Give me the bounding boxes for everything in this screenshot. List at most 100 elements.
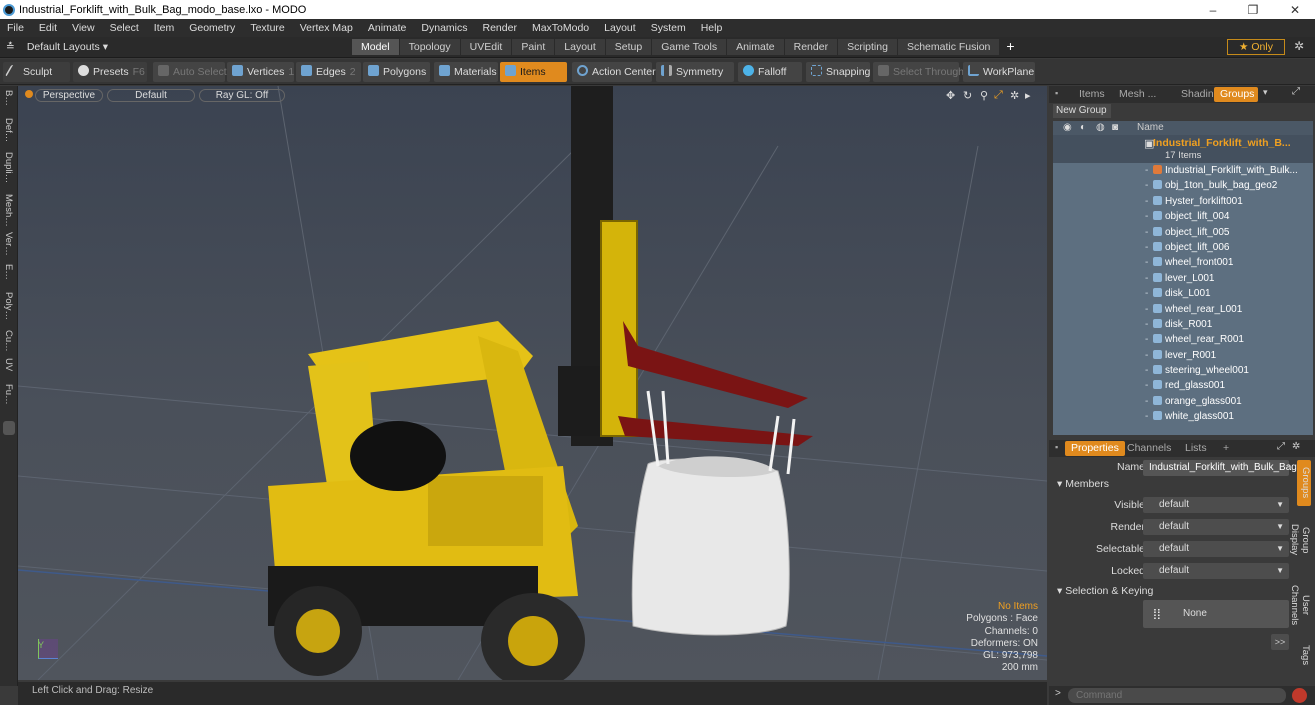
add-props-tab-button[interactable]: +	[1217, 441, 1235, 456]
falloff-button[interactable]: Falloff	[738, 62, 802, 82]
menu-texture[interactable]: Texture	[250, 22, 284, 34]
list-item[interactable]: - Hyster_forklift001	[1053, 194, 1313, 209]
list-item[interactable]: - object_lift_006	[1053, 240, 1313, 255]
3d-viewport[interactable]: Perspective Default Ray GL: Off ✥ ↻ ⚲ ⤢ …	[18, 86, 1047, 680]
menu-maxtomodo[interactable]: MaxToModo	[532, 22, 589, 34]
group-row[interactable]: ▣ Industrial_Forklift_with_B... 17 Items	[1053, 135, 1313, 163]
record-button-icon[interactable]	[1292, 688, 1307, 703]
tab-layout[interactable]: Layout	[555, 39, 605, 55]
tab-groups[interactable]: Groups	[1214, 87, 1258, 102]
maximize-button[interactable]: ❐	[1233, 0, 1273, 19]
menu-help[interactable]: Help	[701, 22, 723, 34]
list-item[interactable]: - object_lift_004	[1053, 209, 1313, 224]
menu-select[interactable]: Select	[110, 22, 139, 34]
strip-tab-def[interactable]: Def…	[3, 118, 14, 142]
items-button[interactable]: Items	[500, 62, 567, 82]
tab-schematic-fusion[interactable]: Schematic Fusion	[897, 39, 1000, 55]
polygons-button[interactable]: Polygons	[363, 62, 430, 82]
side-tab-groups[interactable]: Groups	[1297, 460, 1311, 506]
strip-tab-mesh[interactable]: Mesh…	[3, 194, 14, 227]
materials-button[interactable]: Materials	[434, 62, 498, 82]
vertices-button[interactable]: Vertices 1	[227, 62, 294, 82]
panel-expand-icon[interactable]: ⤢	[1292, 86, 1300, 97]
strip-tab-poly[interactable]: Poly…	[3, 292, 14, 320]
selectable-dropdown[interactable]: default ▼	[1143, 541, 1289, 557]
props-expand-icon[interactable]: ⤢	[1277, 441, 1285, 452]
list-item[interactable]: - wheel_rear_R001	[1053, 332, 1313, 347]
tab-game-tools[interactable]: Game Tools	[652, 39, 727, 55]
shading-dropdown[interactable]: Default	[107, 89, 195, 102]
tabs-dropdown-icon[interactable]: ▾	[1263, 87, 1268, 98]
close-button[interactable]: ✕	[1275, 0, 1315, 19]
menu-item[interactable]: Item	[154, 22, 174, 34]
tab-mesh[interactable]: Mesh ...	[1113, 87, 1162, 102]
tab-paint[interactable]: Paint	[512, 39, 555, 55]
strip-tab-e[interactable]: E…	[3, 264, 14, 280]
minimize-button[interactable]: –	[1193, 0, 1233, 19]
tab-scripting[interactable]: Scripting	[838, 39, 897, 55]
only-toggle[interactable]: ★ Only	[1227, 39, 1285, 55]
list-item[interactable]: - Industrial_Forklift_with_Bulk...	[1053, 163, 1313, 178]
zoom-icon[interactable]: ⚲	[980, 89, 988, 102]
menu-system[interactable]: System	[651, 22, 686, 34]
members-section[interactable]: ▾ Members	[1057, 478, 1109, 490]
tab-lists[interactable]: Lists	[1179, 441, 1213, 456]
list-item[interactable]: - white_glass001	[1053, 409, 1313, 424]
list-item[interactable]: - object_lift_005	[1053, 225, 1313, 240]
viewport-menu-arrow-icon[interactable]: ▸	[1025, 89, 1031, 102]
symmetry-button[interactable]: Symmetry	[656, 62, 734, 82]
menu-geometry[interactable]: Geometry	[189, 22, 235, 34]
tab-render[interactable]: Render	[784, 39, 838, 55]
menu-edit[interactable]: Edit	[39, 22, 57, 34]
default-layouts-dropdown[interactable]: ≛ Default Layouts ▾	[6, 41, 108, 53]
tab-model[interactable]: Model	[352, 39, 399, 55]
select-through-button[interactable]: Select Through	[873, 62, 964, 82]
tab-uvedit[interactable]: UVEdit	[460, 39, 512, 55]
viewport-options-icon[interactable]	[25, 90, 33, 98]
render-dropdown[interactable]: default ▼	[1143, 519, 1289, 535]
perspective-dropdown[interactable]: Perspective	[35, 89, 103, 102]
viewport-gear-icon[interactable]: ✲	[1010, 89, 1019, 102]
list-item[interactable]: - steering_wheel001	[1053, 363, 1313, 378]
props-grip-icon[interactable]: ▪	[1055, 442, 1058, 452]
list-item[interactable]: - lever_L001	[1053, 271, 1313, 286]
strip-tab-cu[interactable]: Cu…	[3, 330, 14, 352]
menu-vertex-map[interactable]: Vertex Map	[300, 22, 353, 34]
raygl-toggle[interactable]: Ray GL: Off	[199, 89, 285, 102]
list-item[interactable]: - lever_R001	[1053, 348, 1313, 363]
presets-button[interactable]: Presets F6	[73, 62, 147, 82]
auto-select-button[interactable]: Auto Select	[153, 62, 227, 82]
list-item[interactable]: - disk_L001	[1053, 286, 1313, 301]
tab-channels[interactable]: Channels	[1121, 441, 1177, 456]
rotate-icon[interactable]: ↻	[963, 89, 972, 102]
list-item[interactable]: - disk_R001	[1053, 317, 1313, 332]
menu-render[interactable]: Render	[483, 22, 517, 34]
menu-layout[interactable]: Layout	[604, 22, 636, 34]
gear-icon[interactable]: ✲	[1294, 39, 1304, 53]
menu-dynamics[interactable]: Dynamics	[421, 22, 467, 34]
tab-properties[interactable]: Properties	[1065, 441, 1125, 456]
list-item[interactable]: - wheel_front001	[1053, 255, 1313, 270]
list-item[interactable]: - obj_1ton_bulk_bag_geo2	[1053, 178, 1313, 193]
props-gear-icon[interactable]: ✲	[1292, 441, 1300, 452]
render-column-icon[interactable]: ◐	[1080, 121, 1086, 135]
select-column-icon[interactable]: ◍	[1096, 121, 1105, 135]
visibility-column-icon[interactable]: ◉	[1063, 121, 1072, 135]
visible-dropdown[interactable]: default ▼	[1143, 497, 1289, 513]
pan-icon[interactable]: ✥	[946, 89, 955, 102]
snapping-button[interactable]: Snapping	[806, 62, 870, 82]
expand-button[interactable]: >>	[1271, 634, 1289, 650]
new-group-button[interactable]: New Group	[1053, 104, 1111, 118]
strip-tab-b[interactable]: B…	[3, 90, 14, 106]
side-tab-group-display[interactable]: Group Display	[1289, 510, 1311, 570]
tab-items[interactable]: Items	[1073, 87, 1111, 102]
edges-button[interactable]: Edges 2	[296, 62, 361, 82]
strip-tab-fu[interactable]: Fu…	[3, 384, 14, 405]
sculpt-button[interactable]: Sculpt	[3, 62, 70, 82]
panel-grip-icon[interactable]: ▪	[1055, 88, 1058, 98]
menu-view[interactable]: View	[72, 22, 95, 34]
command-input[interactable]	[1068, 688, 1286, 703]
selection-keying-button[interactable]: ⁞⁞ None	[1143, 600, 1289, 628]
action-center-button[interactable]: Action Center	[572, 62, 656, 82]
list-item[interactable]: - wheel_rear_L001	[1053, 302, 1313, 317]
